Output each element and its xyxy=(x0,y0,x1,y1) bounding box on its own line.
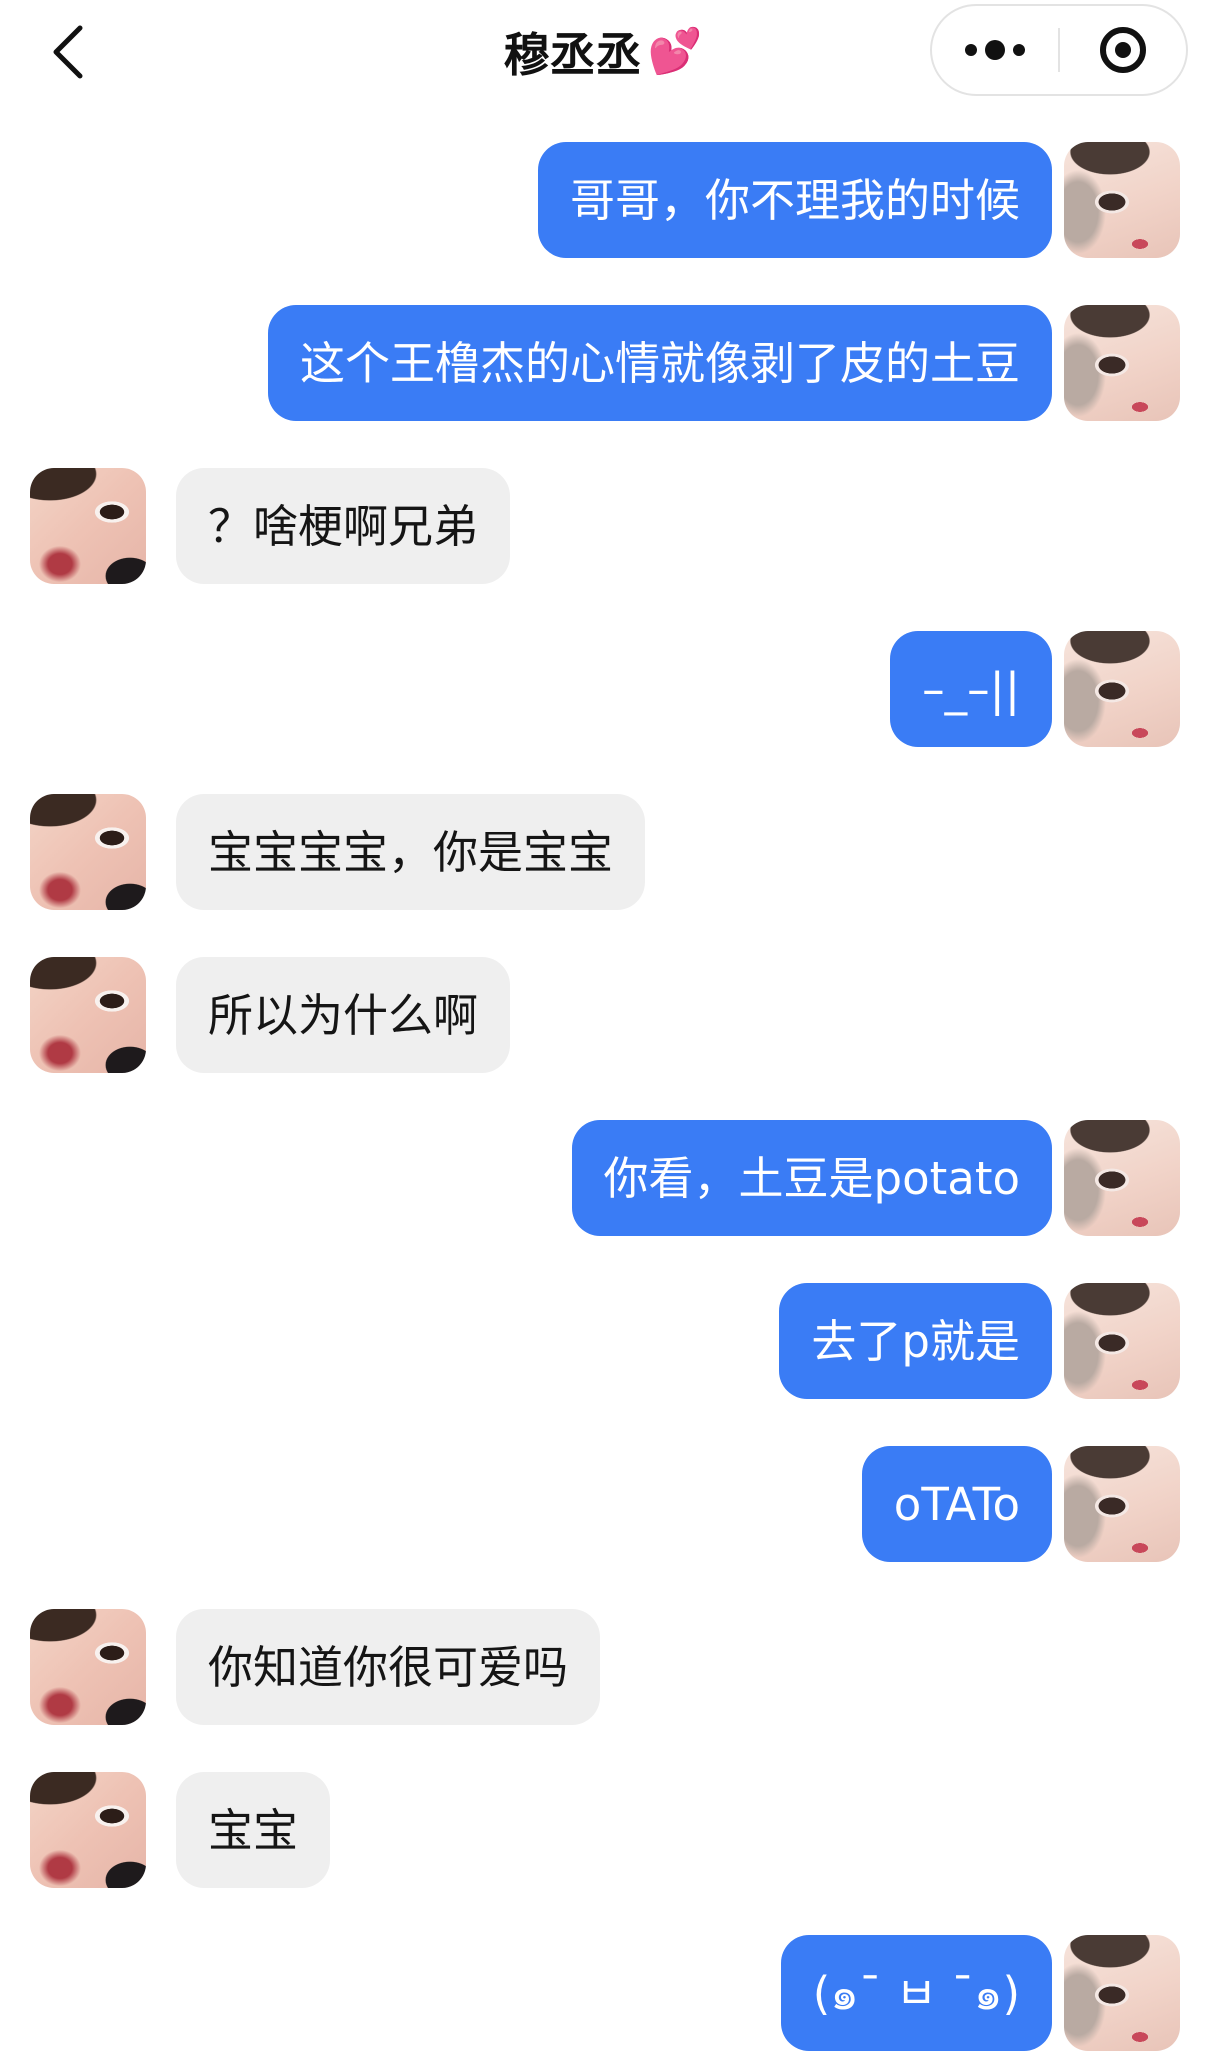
message-bubble-received[interactable]: 宝宝 xyxy=(176,1772,331,1888)
message-row: 宝宝宝宝，你是宝宝 xyxy=(0,794,1206,910)
message-bubble-received[interactable]: ？啥梗啊兄弟 xyxy=(176,468,511,584)
my-avatar[interactable] xyxy=(1064,305,1180,421)
message-row: ？啥梗啊兄弟 xyxy=(0,468,1206,584)
more-dots-icon xyxy=(965,40,1025,60)
message-bubble-sent[interactable]: 你看，土豆是potato xyxy=(571,1120,1052,1236)
chat-title: 穆丞丞 xyxy=(503,28,642,82)
message-row: 你知道你很可爱吗 xyxy=(0,1609,1206,1725)
chevron-left-icon xyxy=(53,25,83,79)
contact-avatar[interactable] xyxy=(30,1609,146,1725)
contact-avatar[interactable] xyxy=(30,794,146,910)
message-row: 所以为什么啊 xyxy=(0,957,1206,1073)
message-row: –_–|| xyxy=(0,631,1206,747)
target-circle-icon xyxy=(1100,27,1146,73)
message-bubble-sent[interactable]: 哥哥，你不理我的时候 xyxy=(537,142,1052,258)
message-row: 宝宝 xyxy=(0,1772,1206,1888)
message-bubble-received[interactable]: 你知道你很可爱吗 xyxy=(176,1609,601,1725)
chat-header: 穆丞丞 💕 xyxy=(0,0,1206,104)
message-bubble-sent[interactable]: oTATo xyxy=(861,1446,1052,1562)
message-bubble-received[interactable]: 宝宝宝宝，你是宝宝 xyxy=(176,794,646,910)
mini-program-capsule xyxy=(930,4,1188,96)
my-avatar[interactable] xyxy=(1064,1283,1180,1399)
my-avatar[interactable] xyxy=(1064,1935,1180,2051)
close-button[interactable] xyxy=(1060,6,1186,94)
message-bubble-sent[interactable]: (๑¯ ㅂ ¯๑) xyxy=(780,1935,1052,2051)
message-row: 哥哥，你不理我的时候 xyxy=(0,142,1206,258)
message-row: 去了p就是 xyxy=(0,1283,1206,1399)
two-hearts-emoji: 💕 xyxy=(647,26,703,77)
message-bubble-sent[interactable]: –_–|| xyxy=(890,631,1052,747)
message-row: oTATo xyxy=(0,1446,1206,1562)
contact-avatar[interactable] xyxy=(30,468,146,584)
message-row: (๑¯ ㅂ ¯๑) xyxy=(0,1935,1206,2051)
my-avatar[interactable] xyxy=(1064,142,1180,258)
message-row: 这个王橹杰的心情就像剥了皮的土豆 xyxy=(0,305,1206,421)
my-avatar[interactable] xyxy=(1064,631,1180,747)
message-bubble-sent[interactable]: 这个王橹杰的心情就像剥了皮的土豆 xyxy=(267,305,1052,421)
contact-avatar[interactable] xyxy=(30,957,146,1073)
my-avatar[interactable] xyxy=(1064,1446,1180,1562)
message-bubble-received[interactable]: 所以为什么啊 xyxy=(176,957,511,1073)
message-bubble-sent[interactable]: 去了p就是 xyxy=(779,1283,1052,1399)
contact-avatar[interactable] xyxy=(30,1772,146,1888)
message-row: 你看，土豆是potato xyxy=(0,1120,1206,1236)
my-avatar[interactable] xyxy=(1064,1120,1180,1236)
back-button[interactable] xyxy=(30,14,106,90)
more-button[interactable] xyxy=(932,6,1058,94)
